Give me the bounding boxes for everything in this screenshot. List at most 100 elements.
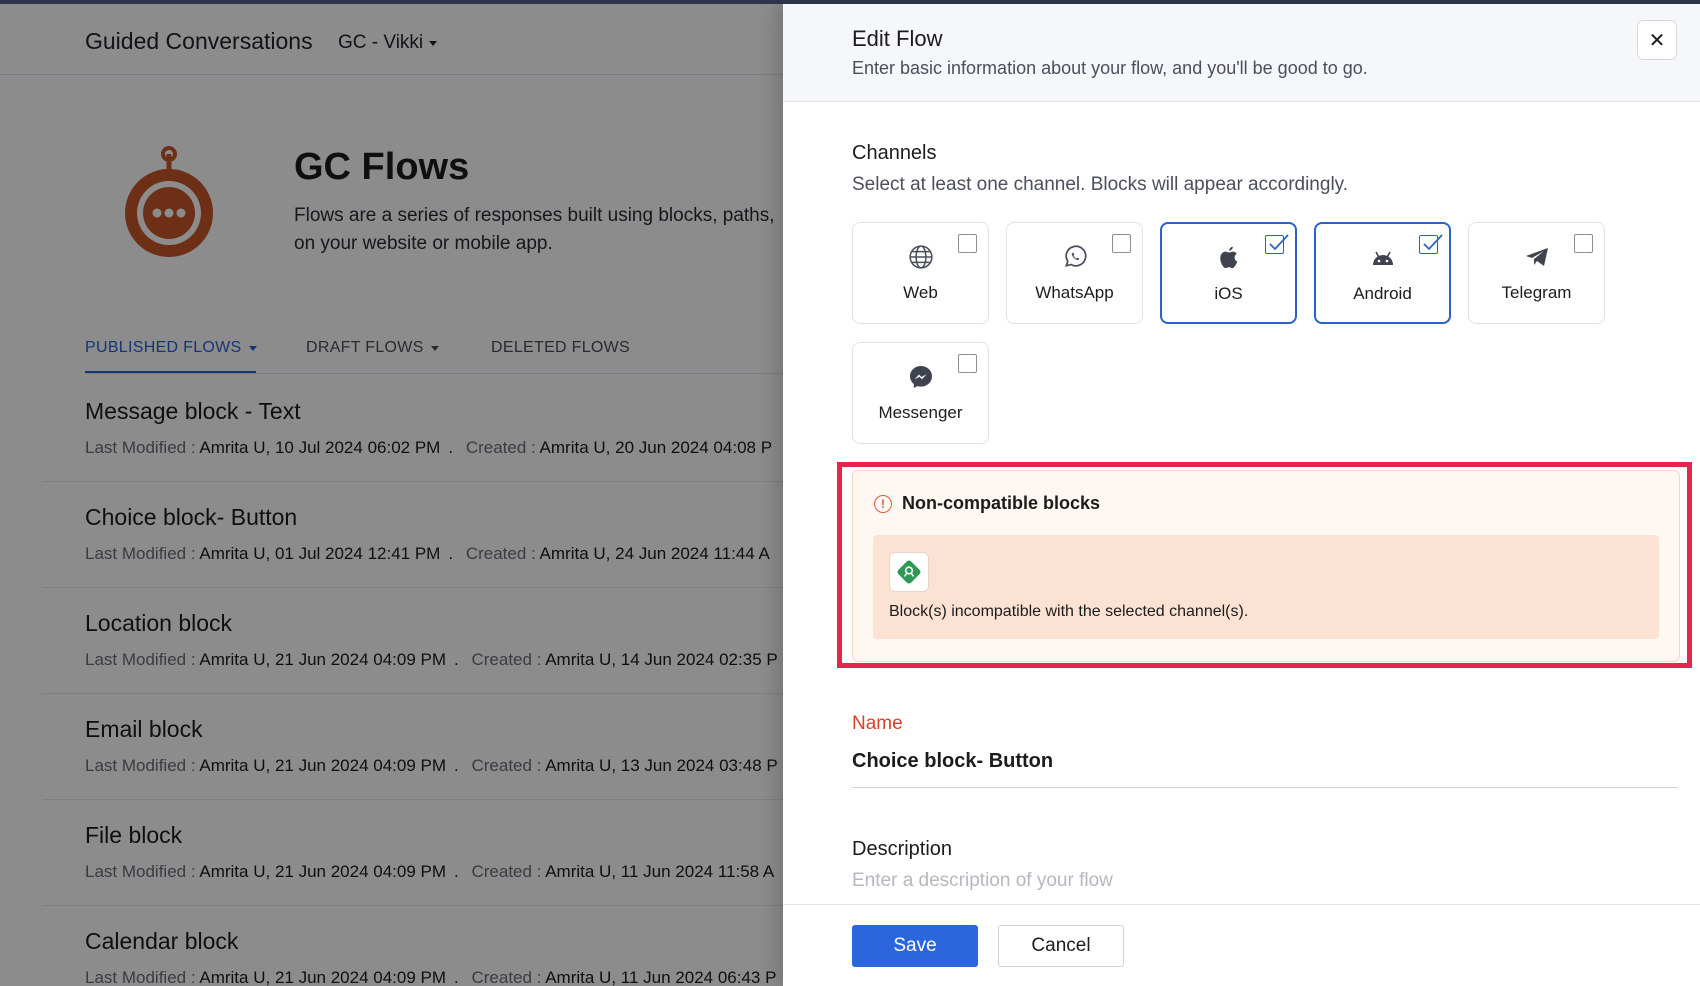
meta-label: Last Modified : — [85, 544, 196, 563]
created-by: Amrita U — [539, 438, 606, 457]
list-item[interactable]: Calendar block Last Modified : Amrita U,… — [42, 906, 783, 986]
app-title: Guided Conversations — [85, 28, 313, 54]
channel-card-telegram[interactable]: Telegram — [1468, 222, 1605, 324]
modified-at: 21 Jun 2024 04:09 PM — [274, 650, 447, 669]
modified-by: Amrita U — [199, 862, 266, 881]
channel-checkbox[interactable] — [1265, 234, 1289, 254]
created-by: Amrita U — [545, 650, 612, 669]
channel-label: WhatsApp — [1035, 283, 1114, 302]
android-icon — [1369, 244, 1397, 272]
modified-at: 21 Jun 2024 04:09 PM — [274, 756, 447, 775]
created-at: 14 Jun 2024 02:35 P — [620, 650, 778, 669]
channel-label: iOS — [1214, 284, 1243, 303]
modified-at: 01 Jul 2024 12:41 PM — [274, 544, 441, 563]
channel-card-ios[interactable]: iOS — [1160, 222, 1297, 324]
flow-tabs: PUBLISHED FLOWS DRAFT FLOWS DELETED FLOW… — [85, 336, 783, 374]
tab-published-flows[interactable]: PUBLISHED FLOWS — [85, 336, 257, 360]
channel-label: Telegram — [1501, 283, 1572, 302]
modified-by: Amrita U — [199, 650, 266, 669]
created-at: 13 Jun 2024 03:48 P — [620, 756, 778, 775]
bot-selector-label: GC - Vikki — [338, 32, 424, 53]
close-button[interactable]: ✕ — [1637, 20, 1677, 60]
list-item[interactable]: Location block Last Modified : Amrita U,… — [42, 588, 783, 694]
meta-label: Created : — [471, 756, 542, 775]
modified-at: 10 Jul 2024 06:02 PM — [274, 438, 441, 457]
channel-card-web[interactable]: Web — [852, 222, 989, 324]
meta-label: Created : — [465, 544, 536, 563]
meta-label: Last Modified : — [85, 650, 196, 669]
channel-card-whatsapp[interactable]: WhatsApp — [1006, 222, 1143, 324]
checkmark-icon — [1423, 234, 1443, 251]
created-by: Amrita U — [545, 862, 612, 881]
channel-checkbox[interactable] — [1419, 234, 1443, 254]
name-field[interactable]: Choice block- Button — [852, 750, 1678, 788]
highlight-annotation — [837, 462, 1692, 668]
whatsapp-icon — [1061, 243, 1089, 271]
list-item[interactable]: Choice block- Button Last Modified : Amr… — [42, 482, 783, 588]
list-item[interactable]: Message block - Text Last Modified : Amr… — [42, 376, 783, 482]
meta-label: Last Modified : — [85, 968, 196, 986]
cancel-button[interactable]: Cancel — [998, 925, 1124, 967]
channel-checkbox[interactable] — [958, 234, 977, 253]
created-at: 20 Jun 2024 04:08 P — [615, 438, 773, 457]
description-label: Description — [852, 838, 953, 860]
channel-card-android[interactable]: Android — [1314, 222, 1451, 324]
checkmark-icon — [1269, 234, 1289, 251]
telegram-icon — [1523, 243, 1551, 271]
bot-logo-icon — [125, 146, 213, 257]
meta-label: Created : — [471, 968, 542, 986]
channel-card-messenger[interactable]: Messenger — [852, 342, 989, 444]
apple-icon — [1215, 244, 1243, 272]
flow-name: Choice block- Button — [85, 504, 298, 530]
flow-meta: Last Modified : Amrita U, 21 Jun 2024 04… — [85, 862, 775, 881]
created-at: 24 Jun 2024 11:44 A — [615, 544, 770, 563]
modified-by: Amrita U — [199, 438, 266, 457]
flows-page: Guided Conversations GC - Vikki GC Flows… — [0, 0, 783, 986]
channel-label: Messenger — [878, 403, 963, 422]
created-at: 11 Jun 2024 11:58 A — [620, 862, 775, 881]
tab-draft-flows[interactable]: DRAFT FLOWS — [306, 336, 439, 360]
channel-checkbox[interactable] — [1574, 234, 1593, 253]
channel-label: Web — [903, 283, 938, 302]
meta-label: Created : — [465, 438, 536, 457]
created-at: 11 Jun 2024 06:43 P — [620, 968, 777, 986]
bot-selector[interactable]: GC - Vikki — [338, 32, 438, 54]
page-description: Flows are a series of responses built us… — [294, 202, 783, 258]
panel-header: Edit Flow Enter basic information about … — [783, 4, 1700, 102]
list-item[interactable]: File block Last Modified : Amrita U, 21 … — [42, 800, 783, 906]
created-by: Amrita U — [539, 544, 606, 563]
flow-name: Message block - Text — [85, 398, 301, 424]
list-item[interactable]: Email block Last Modified : Amrita U, 21… — [42, 694, 783, 800]
flow-name: Location block — [85, 610, 233, 636]
panel-subtitle: Enter basic information about your flow,… — [852, 58, 1368, 78]
modified-at: 21 Jun 2024 04:09 PM — [274, 862, 447, 881]
chevron-down-icon — [430, 345, 439, 351]
tab-label: PUBLISHED FLOWS — [85, 339, 242, 356]
created-by: Amrita U — [545, 756, 612, 775]
modified-by: Amrita U — [199, 756, 266, 775]
channel-checkbox[interactable] — [1112, 234, 1131, 253]
flow-meta: Last Modified : Amrita U, 01 Jul 2024 12… — [85, 544, 770, 563]
channel-label: Android — [1353, 284, 1412, 303]
tab-deleted-flows[interactable]: DELETED FLOWS — [491, 336, 630, 360]
save-button[interactable]: Save — [852, 925, 978, 967]
panel-title: Edit Flow — [852, 26, 943, 51]
meta-label: Created : — [471, 650, 542, 669]
meta-label: Created : — [471, 862, 542, 881]
page-description-line: Flows are a series of responses built us… — [294, 205, 775, 226]
chevron-down-icon — [429, 40, 438, 46]
close-icon: ✕ — [1648, 29, 1666, 52]
description-field[interactable]: Enter a description of your flow — [852, 870, 1678, 900]
flow-name: Email block — [85, 716, 203, 742]
window-top-border — [0, 0, 1700, 4]
page-title: GC Flows — [294, 146, 470, 188]
flow-meta: Last Modified : Amrita U, 21 Jun 2024 04… — [85, 756, 778, 775]
channel-checkbox[interactable] — [958, 354, 977, 373]
messenger-icon — [907, 363, 935, 391]
modified-by: Amrita U — [199, 968, 266, 986]
channels-label: Channels — [852, 142, 937, 164]
modified-at: 21 Jun 2024 04:09 PM — [274, 968, 447, 986]
top-bar: Guided Conversations GC - Vikki — [0, 4, 783, 75]
panel-footer: Save Cancel — [783, 904, 1700, 986]
flow-meta: Last Modified : Amrita U, 21 Jun 2024 04… — [85, 968, 777, 986]
